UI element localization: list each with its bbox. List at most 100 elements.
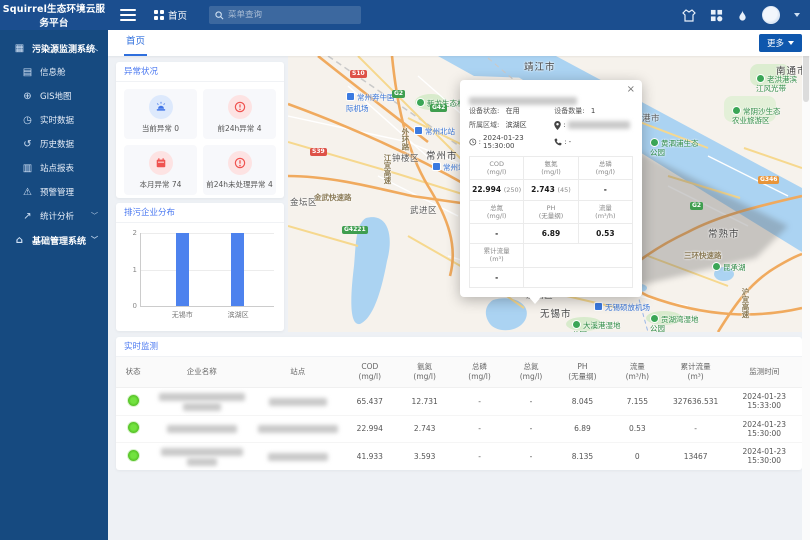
device-status-value: 在用 (506, 106, 520, 116)
map-label: 黄泗浦生态公园 (650, 138, 702, 157)
breadcrumb-home-label: 首页 (168, 8, 187, 22)
caret-down-icon: ﹀ (91, 235, 98, 245)
sidebar-item-gis-map[interactable]: ⊕ GIS地图 (0, 84, 108, 108)
redacted-station-name (258, 425, 338, 433)
caret-up-icon: ︿ (91, 43, 98, 53)
status-dot (128, 395, 139, 406)
road-shield: G42 (430, 104, 447, 112)
sidebar-item-station-report[interactable]: ▥ 站点报表 (0, 156, 108, 180)
sidebar-item-alert-management[interactable]: ⚠ 预警管理 (0, 180, 108, 204)
redacted-station-name (268, 453, 328, 461)
abnormal-status-panel: 异常状况 当前异常 0 前24h异常 4 本月异常 74 (116, 62, 284, 198)
road-shield: G346 (758, 176, 779, 184)
map-label: 金坛区 (290, 196, 317, 208)
status-dot (128, 422, 139, 433)
road-shield: G2 (690, 202, 703, 210)
gis-map-icon: ⊕ (22, 91, 33, 102)
search-icon (215, 11, 224, 20)
gis-map[interactable]: 靖江市南通市常州市无锡市常熟市张家港市金坛区武进区钟楼区滨湖区常州奔牛国际机场常… (288, 56, 802, 332)
station-info-popup: × 设备状态: 在用 设备数量: 1 所属区域: 滨湖区 : :2024-01-… (460, 80, 642, 297)
status-dot (128, 450, 139, 461)
y-tick: 2 (125, 229, 137, 237)
panel-title: 实时监测 (116, 337, 802, 357)
grid-icon (154, 10, 164, 20)
app-root: Squirrel生态环境云服务平台 首页 ▦ 污染源监测系统 ︿ ▤ 信息舱 (0, 0, 810, 540)
map-label: 常阴沙生态农业旅游区 (732, 106, 784, 125)
base-system-icon: ⌂ (14, 235, 25, 246)
map-label: 老洪港滨江风光带 (756, 74, 802, 93)
map-label: 钟楼区 (392, 152, 419, 164)
x-category: 无锡市 (172, 310, 193, 320)
tab-home[interactable]: 首页 (124, 30, 147, 56)
card-24h-unhandled-abnormal[interactable]: 前24h未处理异常 4 (203, 145, 276, 195)
map-label: 金武快速路 (314, 192, 352, 203)
road-shield: G2 (392, 90, 405, 98)
info-dashboard-icon: ▤ (22, 67, 33, 78)
road-shield: S39 (310, 148, 327, 156)
sidebar-nav: ▦ 污染源监测系统 ︿ ▤ 信息舱 ⊕ GIS地图 ◷ 实时数据 ↺ 历史数据 … (0, 30, 108, 540)
scrollbar[interactable] (802, 30, 810, 540)
y-tick: 0 (125, 302, 137, 310)
sidebar-item-statistics[interactable]: ↗ 统计分析 ﹀ (0, 204, 108, 228)
popup-close-icon[interactable]: × (627, 84, 635, 95)
map-label: 武进区 (410, 204, 437, 216)
redacted-company-name (161, 448, 243, 456)
table-row[interactable]: 65.43712.731--8.0457.155327636.5312024-0… (116, 387, 802, 415)
monitor-table: 状态 企业名称 站点 COD(mg/l) 氨氮(mg/l) 总磷(mg/l) 总… (116, 357, 802, 470)
map-label: 大溪港湿地公园 (572, 320, 624, 332)
flame-icon[interactable] (737, 9, 748, 22)
theme-shirt-icon[interactable] (682, 9, 696, 22)
layout-icon[interactable] (710, 9, 723, 22)
popup-phone: - (569, 138, 572, 146)
map-label: 贡湖湾湿地公园 (650, 314, 702, 332)
card-current-abnormal[interactable]: 当前异常 0 (124, 89, 197, 139)
platform-logo: Squirrel生态环境云服务平台 (0, 1, 108, 29)
alert-management-icon: ⚠ (22, 187, 33, 198)
bar-binhu[interactable] (231, 233, 244, 306)
table-row[interactable]: 22.9942.743--6.890.53-2024-01-23 15:30:0… (116, 415, 802, 442)
sidebar-item-history-data[interactable]: ↺ 历史数据 (0, 132, 108, 156)
realtime-data-icon: ◷ (22, 115, 33, 126)
search-input[interactable] (228, 10, 355, 20)
y-tick: 1 (125, 266, 137, 274)
redacted-company-name (167, 425, 237, 433)
phone-icon (554, 138, 562, 146)
tab-bar: 首页 更多 (108, 30, 810, 56)
road-shield: S10 (350, 70, 367, 78)
factory-system-icon: ▦ (14, 43, 25, 54)
table-row[interactable]: 41.9333.593--8.1350134672024-01-23 15:30… (116, 442, 802, 470)
warning-circle-icon (228, 151, 252, 175)
history-data-icon: ↺ (22, 139, 33, 150)
map-label: 外环路 (400, 128, 411, 151)
bar-chart: 2 1 0 无锡市 滨湖区 (140, 233, 274, 307)
breadcrumb-home[interactable]: 首页 (154, 8, 187, 22)
map-label: 无锡市 (540, 306, 572, 320)
sidebar-item-realtime-data[interactable]: ◷ 实时数据 (0, 108, 108, 132)
sidebar-item-info[interactable]: ▤ 信息舱 (0, 60, 108, 84)
table-header-row: 状态 企业名称 站点 COD(mg/l) 氨氮(mg/l) 总磷(mg/l) 总… (116, 357, 802, 387)
redacted-station-name (269, 398, 327, 406)
region-value: 滨湖区 (506, 120, 527, 130)
panel-title: 异常状况 (116, 62, 284, 82)
clock-alert-icon (228, 95, 252, 119)
top-bar: Squirrel生态环境云服务平台 首页 (0, 0, 810, 30)
menu-search[interactable] (209, 6, 361, 24)
bar-wuxi[interactable] (176, 233, 189, 306)
card-24h-abnormal[interactable]: 前24h异常 4 (203, 89, 276, 139)
calendar-icon (149, 151, 173, 175)
caret-down-icon: ﹀ (91, 211, 98, 221)
station-report-icon: ▥ (22, 163, 33, 174)
sidebar-item-base-system[interactable]: ⌂ 基础管理系统 ﹀ (0, 228, 108, 252)
map-label: 三环快速路 (684, 250, 722, 261)
more-button[interactable]: 更多 (759, 34, 802, 52)
user-menu-caret-icon[interactable] (794, 13, 800, 17)
realtime-monitor-panel: 实时监测 状态 企业名称 站点 COD(mg/l) 氨氮(mg/l) 总磷(mg… (116, 337, 802, 470)
panel-title: 排污企业分布 (116, 203, 284, 223)
map-label: 靖江市 (524, 59, 556, 73)
hamburger-menu-icon[interactable] (120, 9, 136, 21)
map-label: 常州北站 (414, 126, 455, 137)
user-avatar[interactable] (762, 6, 780, 24)
map-label: 常熟市 (708, 226, 740, 240)
sidebar-item-pollution-system[interactable]: ▦ 污染源监测系统 ︿ (0, 36, 108, 60)
card-month-abnormal[interactable]: 本月异常 74 (124, 145, 197, 195)
